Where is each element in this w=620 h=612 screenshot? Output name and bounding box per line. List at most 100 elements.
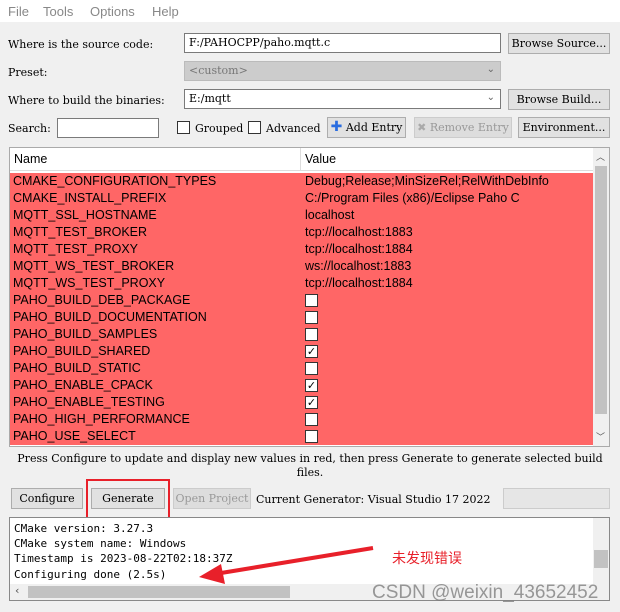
table-row[interactable]: PAHO_BUILD_SHARED ✓ xyxy=(10,343,594,360)
add-entry-label: Add Entry xyxy=(345,121,403,134)
log-line: Configuring done (2.5s) xyxy=(14,568,167,581)
table-row[interactable]: CMAKE_INSTALL_PREFIX C:/Program Files (x8… xyxy=(10,190,594,207)
row-name: MQTT_WS_TEST_BROKER xyxy=(13,259,175,273)
row-checkbox[interactable] xyxy=(305,362,318,375)
table-row[interactable]: MQTT_WS_TEST_BROKER ws://localhost:1883 xyxy=(10,258,594,275)
table-row[interactable]: PAHO_ENABLE_TESTING ✓ xyxy=(10,394,594,411)
table-scrollbar[interactable]: ︿ ﹀ xyxy=(593,148,609,446)
environment-button[interactable]: Environment... xyxy=(518,117,610,138)
table-row[interactable]: CMAKE_CONFIGURATION_TYPES Debug;Release;M… xyxy=(10,173,594,190)
menu-tools[interactable]: Tools xyxy=(43,4,73,19)
menu-options[interactable]: Options xyxy=(90,4,135,19)
row-name: CMAKE_INSTALL_PREFIX xyxy=(13,191,167,205)
row-checkbox[interactable] xyxy=(305,413,318,426)
generate-button[interactable]: Generate xyxy=(91,488,165,509)
preset-value: <custom> xyxy=(189,64,248,77)
row-checkbox[interactable]: ✓ xyxy=(305,379,318,392)
menu-bar: File Tools Options Help xyxy=(0,0,620,22)
row-checkbox[interactable] xyxy=(305,294,318,307)
build-value: E:/mqtt xyxy=(189,92,231,105)
scroll-up-icon[interactable]: ︿ xyxy=(596,150,605,163)
progress-bar xyxy=(503,488,610,509)
row-name: PAHO_BUILD_STATIC xyxy=(13,361,141,375)
row-name: PAHO_BUILD_DOCUMENTATION xyxy=(13,310,207,324)
browse-build-button[interactable]: Browse Build... xyxy=(508,89,610,110)
table-row[interactable]: MQTT_TEST_PROXY tcp://localhost:1884 xyxy=(10,241,594,258)
log-line: CMake version: 3.27.3 xyxy=(14,522,154,535)
log-hscroll-thumb[interactable] xyxy=(28,586,290,598)
table-row[interactable]: PAHO_BUILD_SAMPLES xyxy=(10,326,594,343)
row-name: CMAKE_CONFIGURATION_TYPES xyxy=(13,174,217,188)
table-row[interactable]: PAHO_HIGH_PERFORMANCE xyxy=(10,411,594,428)
advanced-label: Advanced xyxy=(266,122,321,135)
log-vscroll[interactable] xyxy=(593,518,609,584)
table-row[interactable]: MQTT_WS_TEST_PROXY tcp://localhost:1884 xyxy=(10,275,594,292)
row-name: MQTT_TEST_BROKER xyxy=(13,225,148,239)
row-name: PAHO_ENABLE_CPACK xyxy=(13,378,153,392)
row-value[interactable]: tcp://localhost:1883 xyxy=(305,225,413,239)
browse-source-button[interactable]: Browse Source... xyxy=(508,33,610,54)
source-label: Where is the source code: xyxy=(8,38,154,51)
grouped-checkbox[interactable] xyxy=(177,121,190,134)
plus-icon: ✚ xyxy=(330,119,343,135)
table-row[interactable]: MQTT_TEST_BROKER tcp://localhost:1883 xyxy=(10,224,594,241)
menu-file[interactable]: File xyxy=(8,4,29,19)
row-name: PAHO_ENABLE_TESTING xyxy=(13,395,165,409)
scroll-thumb[interactable] xyxy=(595,166,607,414)
scroll-left-icon[interactable]: ‹ xyxy=(14,584,21,597)
row-value[interactable]: ws://localhost:1883 xyxy=(305,259,411,273)
row-name: PAHO_BUILD_SHARED xyxy=(13,344,151,358)
row-checkbox[interactable] xyxy=(305,328,318,341)
menu-help[interactable]: Help xyxy=(152,4,179,19)
row-checkbox[interactable]: ✓ xyxy=(305,396,318,409)
annotation-arrow xyxy=(199,546,374,584)
row-checkbox[interactable] xyxy=(305,430,318,443)
row-name: MQTT_WS_TEST_PROXY xyxy=(13,276,166,290)
configure-button[interactable]: Configure xyxy=(11,488,83,509)
row-checkbox[interactable] xyxy=(305,311,318,324)
row-name: PAHO_USE_SELECT xyxy=(13,429,136,443)
scroll-down-icon[interactable]: ﹀ xyxy=(596,430,605,443)
remove-entry-label: Remove Entry xyxy=(429,121,509,134)
chevron-down-icon[interactable]: ⌄ xyxy=(487,92,495,103)
table-row[interactable]: MQTT_SSL_HOSTNAME localhost xyxy=(10,207,594,224)
advanced-checkbox[interactable] xyxy=(248,121,261,134)
table-row[interactable]: PAHO_BUILD_STATIC xyxy=(10,360,594,377)
open-project-button: Open Project xyxy=(173,488,251,509)
row-value[interactable]: tcp://localhost:1884 xyxy=(305,242,413,256)
table-header: Name Value xyxy=(10,148,594,171)
source-input[interactable]: F:/PAHOCPP/paho.mqtt.c xyxy=(184,33,501,53)
watermark: CSDN @weixin_43652452 xyxy=(372,582,599,603)
add-entry-button[interactable]: ✚ Add Entry xyxy=(327,117,406,138)
table-row[interactable]: PAHO_BUILD_DOCUMENTATION xyxy=(10,309,594,326)
header-name[interactable]: Name xyxy=(14,152,47,166)
preset-select: <custom> ⌄ xyxy=(184,61,501,81)
build-select[interactable]: E:/mqtt ⌄ xyxy=(184,89,501,109)
row-value[interactable]: C:/Program Files (x86)/Eclipse Paho C xyxy=(305,191,520,205)
row-name: PAHO_HIGH_PERFORMANCE xyxy=(13,412,190,426)
header-value[interactable]: Value xyxy=(300,148,336,170)
row-name: PAHO_BUILD_DEB_PACKAGE xyxy=(13,293,191,307)
table-row[interactable]: PAHO_ENABLE_CPACK ✓ xyxy=(10,377,594,394)
row-checkbox[interactable]: ✓ xyxy=(305,345,318,358)
log-scroll-thumb[interactable] xyxy=(594,550,608,568)
search-input[interactable] xyxy=(57,118,159,138)
table-row[interactable]: PAHO_USE_SELECT xyxy=(10,428,594,445)
remove-entry-button: ✖ Remove Entry xyxy=(414,117,512,138)
remove-icon: ✖ xyxy=(417,121,427,134)
row-value[interactable]: localhost xyxy=(305,208,354,222)
table-row[interactable]: PAHO_BUILD_DEB_PACKAGE xyxy=(10,292,594,309)
row-value[interactable]: Debug;Release;MinSizeRel;RelWithDebInfo xyxy=(305,174,549,188)
annotation-text: 未发现错误 xyxy=(392,551,462,567)
current-generator: Current Generator: Visual Studio 17 2022 xyxy=(256,493,491,506)
cache-table: Name Value CMAKE_CONFIGURATION_TYPES Debu… xyxy=(9,147,610,447)
preset-label: Preset: xyxy=(8,66,48,79)
chevron-down-icon: ⌄ xyxy=(486,64,495,75)
row-name: MQTT_TEST_PROXY xyxy=(13,242,139,256)
row-name: MQTT_SSL_HOSTNAME xyxy=(13,208,157,222)
search-label: Search: xyxy=(8,122,51,135)
log-line: CMake system name: Windows xyxy=(14,537,187,550)
row-value[interactable]: tcp://localhost:1884 xyxy=(305,276,413,290)
grouped-label: Grouped xyxy=(195,122,244,135)
hint-text: Press Configure to update and display ne… xyxy=(17,452,603,479)
